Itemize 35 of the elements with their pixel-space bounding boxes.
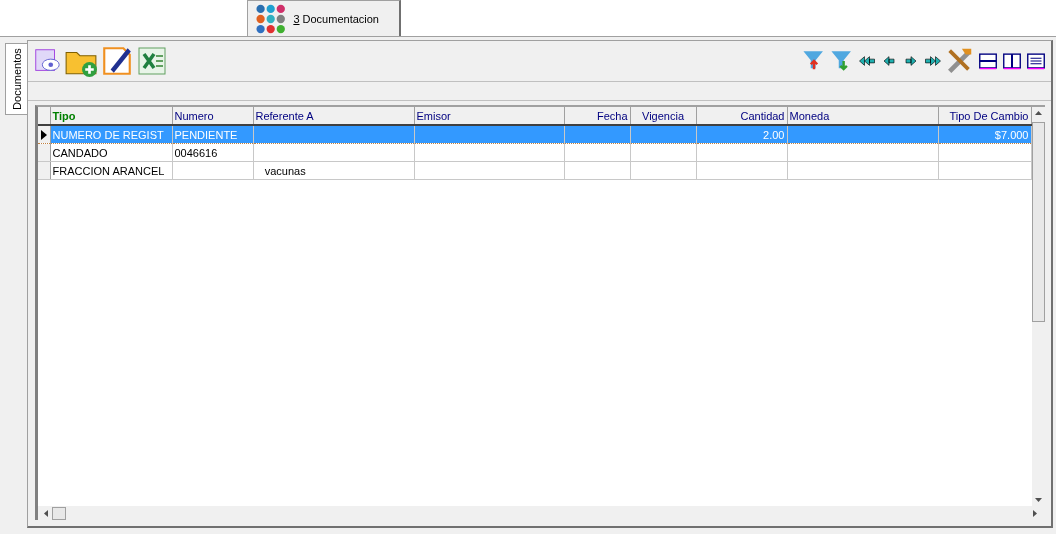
row-pointer-icon — [38, 128, 48, 141]
column-header[interactable]: Fecha — [564, 107, 630, 125]
table-cell: 2.00 — [763, 128, 785, 141]
column-header[interactable]: Moneda — [787, 107, 938, 125]
scroll-up-icon[interactable] — [1034, 111, 1042, 115]
list-view-icon[interactable] — [1025, 50, 1047, 72]
column-header[interactable]: Tipo — [50, 107, 172, 125]
table-cell: 0046616 — [174, 146, 218, 159]
horizontal-split-icon[interactable] — [977, 50, 999, 72]
vertical-split-icon[interactable] — [1001, 50, 1023, 72]
scroll-thumb[interactable] — [52, 506, 66, 520]
column-header[interactable]: Numero — [172, 107, 253, 125]
column-header[interactable]: Emisor — [414, 107, 564, 125]
table-cell: NUMERO DE REGIST — [52, 128, 164, 141]
column-header[interactable]: Vigencia — [630, 107, 696, 125]
table-cell: PENDIENTE — [174, 128, 238, 141]
scroll-right-icon[interactable] — [1033, 509, 1037, 517]
table-cell: $7.000 — [994, 128, 1029, 141]
column-header[interactable]: Cantidad — [696, 107, 787, 125]
column-header[interactable]: Referente A — [253, 107, 414, 125]
table-cell: FRACCION ARANCEL — [52, 164, 165, 177]
documentation-tab[interactable]: 3 Documentacion — [247, 0, 401, 36]
table-cell: CANDADO — [52, 146, 108, 159]
scroll-left-icon[interactable] — [44, 509, 48, 517]
excel-icon[interactable] — [136, 45, 168, 77]
edit-document-icon[interactable] — [100, 44, 134, 78]
vertical-scrollbar[interactable] — [1031, 107, 1045, 506]
table-row[interactable]: CANDADO 0046616 — [38, 143, 1031, 162]
documents-side-tab[interactable]: Documentos — [5, 43, 27, 115]
scroll-down-icon[interactable] — [1034, 498, 1042, 502]
grid-app-icon — [256, 2, 286, 35]
table-row[interactable]: FRACCION ARANCEL vacunas — [38, 161, 1031, 180]
scroll-thumb[interactable] — [1031, 122, 1045, 322]
column-header[interactable]: Tipo De Cambio — [938, 107, 1031, 125]
table-cell-text: vacunas — [263, 164, 306, 177]
